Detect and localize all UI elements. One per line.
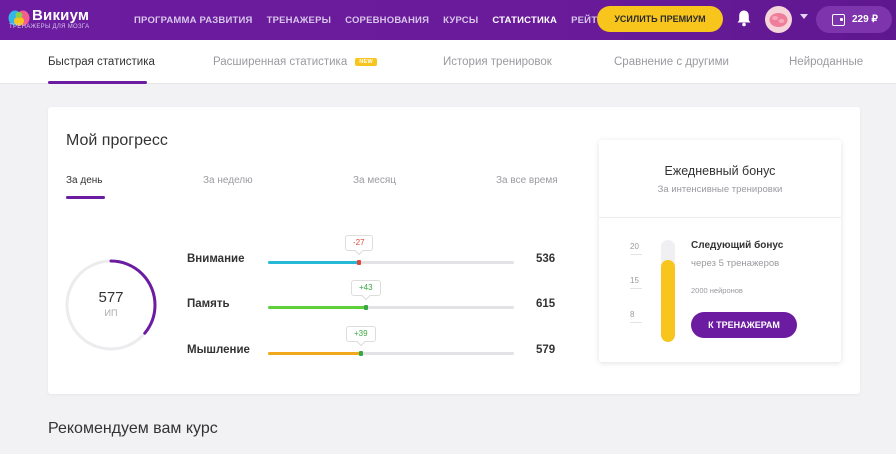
active-tab-indicator [48, 81, 147, 84]
statistics-tabs: Быстрая статистика Расширенная статистик… [0, 40, 896, 84]
daily-bonus-panel: Ежедневный бонус За интенсивные трениров… [599, 140, 841, 362]
logo[interactable]: Викиум ТРЕНАЖЕРЫ ДЛЯ МОЗГА [8, 6, 108, 34]
tab-extended-stats-label: Расширенная статистика [213, 56, 348, 68]
period-all-time[interactable]: За все время [496, 175, 558, 186]
period-month[interactable]: За месяц [353, 175, 396, 186]
skill-label-memory: Память [187, 298, 230, 310]
nav-item-trainers[interactable]: ТРЕНАЖЕРЫ [267, 15, 332, 26]
go-to-trainers-button[interactable]: К ТРЕНАЖЕРАМ [691, 312, 797, 338]
logo-tagline: ТРЕНАЖЕРЫ ДЛЯ МОЗГА [9, 24, 90, 30]
total-score-unit: ИП [104, 308, 118, 318]
tab-extended-stats[interactable]: Расширенная статистика NEW [213, 56, 377, 68]
skill-bar-marker [364, 305, 368, 310]
recommend-course-title: Рекомендуем вам курс [48, 420, 218, 437]
skill-bar-memory: +43 [268, 280, 514, 310]
tab-training-history[interactable]: История тренировок [443, 56, 552, 68]
divider [599, 217, 841, 218]
skill-score-memory: 615 [536, 298, 556, 310]
wallet-balance-button[interactable]: 229 ₽ [816, 6, 892, 33]
wallet-icon [832, 13, 845, 26]
bonus-scale-label: 15 [630, 276, 639, 285]
skill-change-badge: +39 [346, 326, 376, 342]
skill-bar-thinking: +39 [268, 326, 514, 356]
next-bonus-subtitle: через 5 тренажеров [691, 258, 780, 269]
skill-bar-fill [268, 306, 366, 309]
tab-neurodata[interactable]: Нейроданные [789, 56, 863, 68]
avatar-brain-icon [769, 13, 788, 27]
next-bonus-neurons: 2000 нейронов [691, 286, 743, 295]
logo-name: Викиум [32, 7, 90, 24]
skill-bar-marker [359, 351, 363, 356]
skill-bar-fill [268, 352, 361, 355]
skill-bar-attention: -27 [268, 235, 514, 265]
skill-bar-fill [268, 261, 359, 264]
tab-quick-stats[interactable]: Быстрая статистика [48, 56, 155, 68]
skill-score-attention: 536 [536, 253, 556, 265]
boost-premium-button[interactable]: УСИЛИТЬ ПРЕМИУМ [597, 6, 723, 32]
wallet-amount: 229 ₽ [852, 14, 878, 25]
daily-bonus-subtitle: За интенсивные тренировки [657, 184, 783, 195]
avatar-dropdown-chevron-icon[interactable] [800, 14, 808, 19]
skill-score-thinking: 579 [536, 344, 556, 356]
bonus-progress-fill [661, 260, 675, 342]
bonus-scale-line [630, 288, 642, 289]
skill-change-badge: -27 [345, 235, 373, 251]
top-navigation-bar: Викиум ТРЕНАЖЕРЫ ДЛЯ МОЗГА ПРОГРАММА РАЗ… [0, 0, 896, 40]
progress-title: Мой прогресс [66, 132, 168, 149]
skill-change-badge: +43 [351, 280, 381, 296]
nav-item-competitions[interactable]: СОРЕВНОВАНИЯ [345, 15, 429, 26]
main-nav: ПРОГРАММА РАЗВИТИЯ ТРЕНАЖЕРЫ СОРЕВНОВАНИ… [134, 0, 631, 40]
nav-item-courses[interactable]: КУРСЫ [443, 15, 478, 26]
daily-bonus-title: Ежедневный бонус [664, 164, 776, 178]
user-avatar[interactable] [765, 6, 792, 33]
period-week[interactable]: За неделю [203, 175, 253, 186]
nav-item-program[interactable]: ПРОГРАММА РАЗВИТИЯ [134, 15, 253, 26]
progress-card: Мой прогресс За день За неделю За месяц … [48, 107, 860, 394]
nav-item-statistics[interactable]: СТАТИСТИКА [492, 15, 557, 26]
next-bonus-title: Следующий бонус [691, 240, 784, 251]
skill-bar-marker [357, 260, 361, 265]
bonus-progress-thermometer [661, 240, 675, 342]
period-day[interactable]: За день [66, 175, 103, 186]
bonus-scale-line [630, 322, 642, 323]
bonus-scale-label: 8 [630, 310, 635, 319]
bonus-scale-line [630, 254, 642, 255]
tab-compare-others[interactable]: Сравнение с другими [614, 56, 729, 68]
total-score-value: 577 [98, 289, 124, 306]
notification-bell-icon[interactable] [736, 9, 752, 27]
new-badge: NEW [355, 58, 377, 66]
bonus-scale-label: 20 [630, 242, 639, 251]
skill-label-attention: Внимание [187, 253, 245, 265]
active-period-indicator [66, 196, 105, 199]
skill-label-thinking: Мышление [187, 344, 250, 356]
